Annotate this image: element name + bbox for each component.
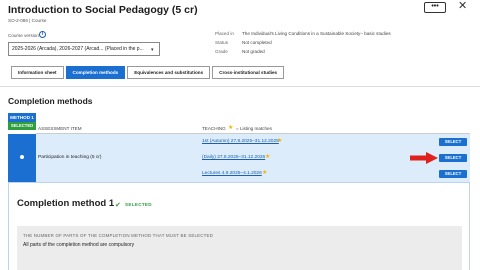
close-icon[interactable]: ✕ [458, 1, 467, 12]
legend-star-icon: ★ [228, 125, 234, 131]
assessment-item-name: Participation in teaching (5 cr) [38, 155, 102, 160]
section-title: Completion methods [8, 96, 93, 106]
info-icon[interactable]: i [39, 31, 46, 38]
meta-grade: Grade Not graded [215, 49, 265, 54]
star-icon: ★ [265, 154, 271, 160]
tab-bar: Information sheet Completion methods Equ… [11, 66, 286, 79]
meta-placed: Placed in The Individual's Living Conditi… [215, 31, 391, 36]
course-version-label: Course version [8, 33, 39, 38]
check-icon: ✔ [115, 202, 121, 209]
method-badge[interactable]: METHOD 1 [8, 113, 36, 122]
star-icon: ★ [277, 138, 283, 144]
meta-status-key: Status [215, 40, 229, 45]
col-teaching: TEACHING [202, 126, 226, 131]
tab-completion-methods[interactable]: Completion methods [65, 66, 126, 79]
detail-title: Completion method 1 [17, 198, 115, 209]
select-button[interactable]: SELECT [439, 138, 467, 146]
chevron-down-icon[interactable]: ▾ [151, 47, 154, 53]
select-button[interactable]: SELECT [439, 154, 467, 162]
teaching-link[interactable]: Lectures 4.9.2025–4.1.2026 [202, 171, 262, 176]
course-version-select[interactable]: 2025-2026 (Arcada), 2026-2027 (Arcad... … [8, 42, 160, 56]
detail-selected-label: SELECTED [125, 202, 152, 207]
select-button[interactable]: SELECT [439, 170, 467, 178]
meta-status-value: Not completed [242, 40, 272, 45]
selected-badge: SELECTED [8, 122, 36, 130]
meta-grade-key: Grade [215, 49, 228, 54]
tab-equivalences[interactable]: Equivalences and substitutions [127, 66, 211, 79]
meta-placed-key: Placed in [215, 31, 234, 36]
tab-information-sheet[interactable]: Information sheet [11, 66, 64, 79]
legend-text: = Listing matches [236, 126, 272, 131]
bullet-icon [20, 155, 24, 159]
course-title: Introduction to Social Pedagogy (5 cr) [8, 4, 198, 16]
meta-grade-value: Not graded [242, 49, 265, 54]
meta-placed-value: The Individual's Living Conditions in a … [242, 31, 391, 36]
col-assessment-item: ASSESSMENT ITEM [38, 126, 82, 131]
star-icon: ★ [262, 170, 268, 176]
red-arrow-icon [410, 152, 438, 164]
teaching-link[interactable]: (Daily) 27.8.2025–31.12.2026 [202, 155, 265, 160]
tab-cross-institutional[interactable]: Cross-institutional studies [212, 66, 285, 79]
teaching-link[interactable]: 1st (Autumn) 27.8.2025–31.12.2025 [202, 139, 279, 144]
more-options-button[interactable]: ••• [424, 2, 446, 13]
course-code: SO-2-086 | Course [8, 18, 47, 23]
meta-status: Status Not completed [215, 40, 272, 45]
divider [0, 86, 480, 87]
parts-label: THE NUMBER OF PARTS OF THE COMPLETION ME… [23, 233, 213, 238]
parts-value: All parts of the completion method are c… [23, 242, 135, 248]
